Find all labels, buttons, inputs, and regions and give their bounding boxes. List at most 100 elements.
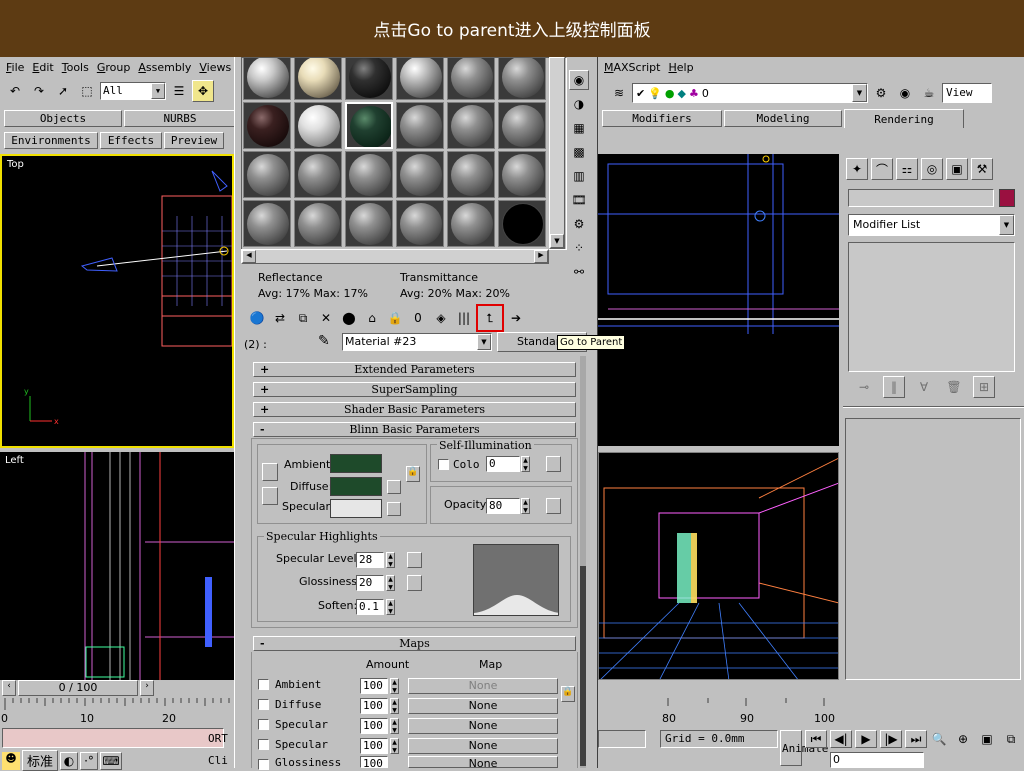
material-icon[interactable]: ◉ xyxy=(894,82,916,104)
tab-nurbs[interactable]: NURBS xyxy=(124,110,236,127)
sample-slot[interactable] xyxy=(447,58,495,100)
tab-preview[interactable]: Preview xyxy=(164,132,224,149)
pin-stack-icon[interactable]: ⊸ xyxy=(853,376,875,398)
viewport-perspective[interactable] xyxy=(598,452,839,680)
sample-slot[interactable] xyxy=(243,58,291,100)
menu-assembly[interactable]: Assembly xyxy=(134,61,195,74)
material-name-field[interactable]: Material #23 ▼ xyxy=(342,333,492,351)
create-tab-icon[interactable]: ✦ xyxy=(846,158,868,180)
soften-spinner[interactable]: ▲ ▼ xyxy=(386,599,395,615)
map-glossiness-checkbox[interactable] xyxy=(258,759,269,770)
tab-modifiers[interactable]: Modifiers xyxy=(602,110,722,127)
sample-uv-tiling-icon[interactable]: ▩ xyxy=(569,142,589,162)
rollout-blinn-basic[interactable]: - Blinn Basic Parameters xyxy=(253,422,576,437)
layers-icon[interactable]: ≋ xyxy=(608,82,630,104)
show-end-result-icon[interactable]: ||| xyxy=(453,307,475,329)
map-diffuse-checkbox[interactable] xyxy=(258,699,269,710)
menu-maxscript[interactable]: MAXScript xyxy=(600,61,664,74)
get-material-icon[interactable]: 🔵 xyxy=(246,307,268,329)
go-forward-to-sibling-icon[interactable]: ➔ xyxy=(505,307,527,329)
go-to-start-icon[interactable]: ⏮ xyxy=(805,730,827,748)
opacity-map-button[interactable] xyxy=(546,498,561,514)
sample-slots-vscroll[interactable]: ▼ xyxy=(549,57,565,249)
schematic-icon[interactable]: ⚙ xyxy=(870,82,892,104)
show-end-result-icon[interactable]: ‖ xyxy=(883,376,905,398)
zoom-icon[interactable]: 🔍 xyxy=(928,730,950,748)
diffuse-map-button[interactable] xyxy=(387,480,401,494)
modifier-stack[interactable] xyxy=(848,242,1015,372)
self-illum-value-field[interactable]: 0 xyxy=(486,456,520,472)
next-frame-icon[interactable]: |▶ xyxy=(880,730,902,748)
chevron-down-icon[interactable]: ▼ xyxy=(999,215,1014,235)
sample-slot[interactable] xyxy=(243,102,291,149)
utilities-tab-icon[interactable]: ⚒ xyxy=(971,158,993,180)
menu-file[interactable]: File xyxy=(2,61,28,74)
soften-field[interactable]: 0.1 xyxy=(356,599,384,615)
time-slider[interactable]: ‹ 0 / 100 › xyxy=(0,680,234,698)
hierarchy-tab-icon[interactable]: ⚏ xyxy=(896,158,918,180)
sample-slot[interactable] xyxy=(294,102,342,149)
lock-icon[interactable]: 🔒 xyxy=(561,686,575,702)
lock-icon[interactable]: 🔒 xyxy=(406,466,420,482)
sample-slot[interactable] xyxy=(294,200,342,247)
maxscript-listener[interactable] xyxy=(2,728,224,748)
sample-slots-hscroll[interactable]: ◀ ▶ xyxy=(241,249,549,264)
modifier-list-dropdown[interactable]: Modifier List ▼ xyxy=(848,214,1015,236)
viewport-front[interactable] xyxy=(598,154,839,446)
chevron-down-icon[interactable]: ▼ xyxy=(852,84,867,102)
map-amount-field[interactable]: 100 xyxy=(360,698,388,714)
teapot-icon[interactable]: ☕ xyxy=(918,82,940,104)
diffuse-color-swatch[interactable] xyxy=(330,477,382,496)
ambient-color-swatch[interactable] xyxy=(330,454,382,473)
redo-icon[interactable]: ↷ xyxy=(28,80,50,102)
params-scrollbar[interactable] xyxy=(580,356,586,768)
chevron-left-icon[interactable]: ‹ xyxy=(2,680,16,696)
chevron-down-icon[interactable]: ▼ xyxy=(477,334,491,350)
sample-slot-selected[interactable] xyxy=(345,102,393,149)
sample-slot[interactable] xyxy=(396,102,444,149)
tab-objects[interactable]: Objects xyxy=(4,110,122,127)
viewport-left[interactable]: Left xyxy=(0,452,234,680)
menu-edit[interactable]: Edit xyxy=(28,61,57,74)
glossiness-spinner[interactable]: ▲ ▼ xyxy=(386,575,395,591)
region-select-icon[interactable]: ⬚ xyxy=(76,80,98,102)
select-by-material-icon[interactable]: ⁘ xyxy=(569,238,589,258)
make-unique-icon[interactable]: ⌂ xyxy=(361,307,383,329)
glossiness-field[interactable]: 20 xyxy=(356,575,384,591)
map-amount-spinner[interactable]: ▲ ▼ xyxy=(390,698,399,714)
make-unique-icon[interactable]: ∀ xyxy=(913,376,935,398)
sample-slot[interactable] xyxy=(498,58,546,100)
map-ambient-checkbox[interactable] xyxy=(258,679,269,690)
chevron-left-icon[interactable]: ◀ xyxy=(242,250,256,263)
sample-type-icon[interactable]: ◉ xyxy=(569,70,589,90)
layer-dropdown[interactable]: ✔ 💡 ● ◆ ♣ 0 ▼ xyxy=(632,83,868,103)
map-amount-field[interactable]: 100 xyxy=(360,756,388,770)
motion-tab-icon[interactable]: ◎ xyxy=(921,158,943,180)
ime-logo-icon[interactable]: ☻ xyxy=(2,751,20,770)
sample-slot[interactable] xyxy=(447,200,495,247)
map-amount-spinner[interactable]: ▲ ▼ xyxy=(390,738,399,754)
punctuation-icon[interactable]: ·° xyxy=(80,751,99,770)
sample-slot[interactable] xyxy=(447,102,495,149)
undo-icon[interactable]: ↶ xyxy=(4,80,26,102)
map-slot-button[interactable]: None xyxy=(408,756,558,770)
opacity-spinner[interactable]: ▲ ▼ xyxy=(521,498,530,514)
pick-material-icon[interactable]: ✎ xyxy=(318,333,330,349)
material-map-navigator-icon[interactable]: ⚯ xyxy=(569,262,589,282)
sample-slot[interactable] xyxy=(498,200,546,247)
timeline-ruler-right[interactable]: 80 90 100 xyxy=(598,698,839,726)
previous-frame-icon[interactable]: ◀| xyxy=(830,730,852,748)
map-slot-button[interactable]: None xyxy=(408,718,558,734)
rollout-shader-basic[interactable]: + Shader Basic Parameters xyxy=(253,402,576,417)
zoom-all-icon[interactable]: ⊕ xyxy=(952,730,974,748)
sample-slot[interactable] xyxy=(294,58,342,100)
rollout-supersampling[interactable]: + SuperSampling xyxy=(253,382,576,397)
chevron-down-icon[interactable]: ▼ xyxy=(151,83,165,99)
self-illum-spinner[interactable]: ▲ ▼ xyxy=(521,456,530,472)
tab-modeling[interactable]: Modeling xyxy=(724,110,842,127)
sample-slot[interactable] xyxy=(243,151,291,198)
glossiness-map-button[interactable] xyxy=(407,575,422,591)
go-to-end-icon[interactable]: ⏭ xyxy=(905,730,927,748)
rollout-maps[interactable]: - Maps xyxy=(253,636,576,651)
tab-effects[interactable]: Effects xyxy=(100,132,162,149)
